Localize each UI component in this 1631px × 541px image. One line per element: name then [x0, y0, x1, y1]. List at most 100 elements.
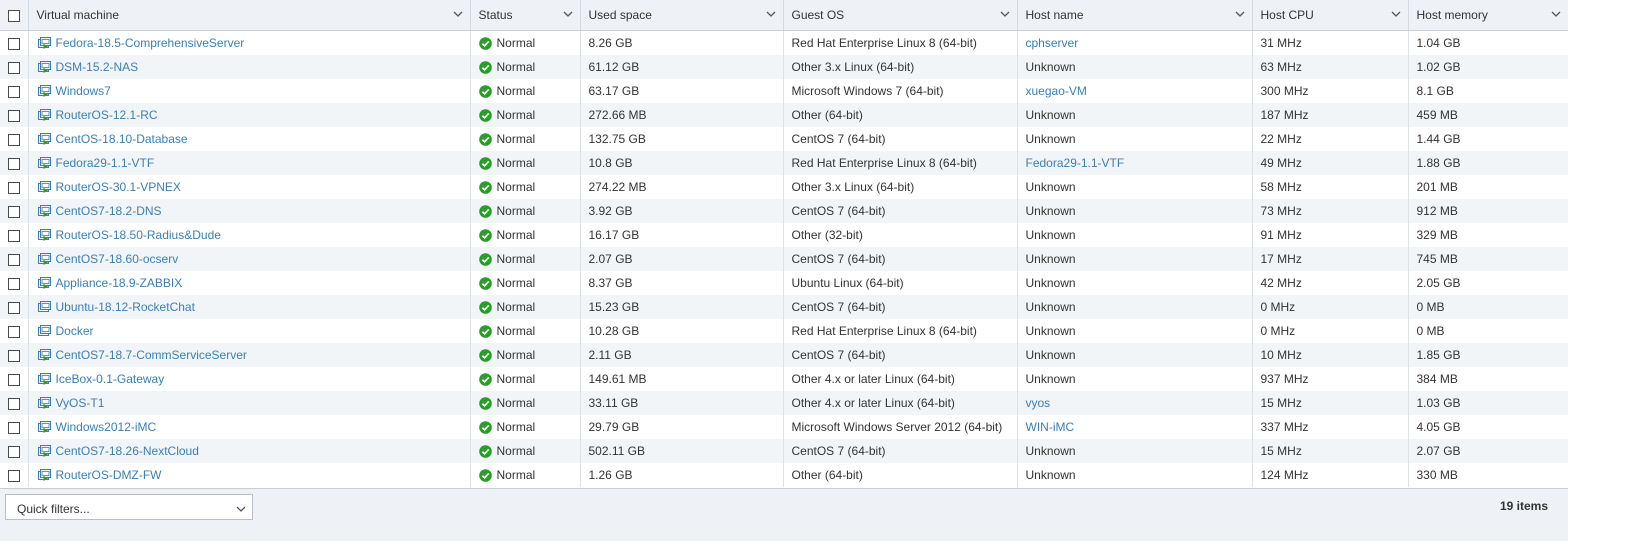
vm-powered-off-icon	[37, 301, 51, 312]
column-header-host-memory[interactable]: Host memory	[1408, 0, 1569, 31]
host-memory-value: 1.03 GB	[1416, 396, 1461, 410]
guest-os-value: CentOS 7 (64-bit)	[791, 204, 886, 218]
table-row[interactable]: CentOS-18.10-Database Normal 132.75 GB C…	[0, 127, 1569, 151]
table-row[interactable]: Docker Normal 10.28 GB Red Hat Enterpris…	[0, 319, 1569, 343]
row-checkbox[interactable]	[7, 325, 20, 338]
row-checkbox[interactable]	[7, 421, 20, 434]
column-header-used-space[interactable]: Used space	[580, 0, 784, 31]
row-checkbox[interactable]	[7, 373, 20, 386]
row-checkbox[interactable]	[7, 85, 20, 98]
vm-name-link[interactable]: Windows7	[56, 84, 111, 98]
status-ok-check-icon	[478, 37, 492, 50]
host-name-link[interactable]: xuegao-VM	[1026, 84, 1087, 98]
status-ok-check-icon	[478, 277, 492, 290]
vm-name-link[interactable]: RouterOS-DMZ-FW	[56, 468, 162, 482]
vm-name-link[interactable]: CentOS7-18.7-CommServiceServer	[56, 348, 247, 362]
vm-powered-off-icon	[37, 325, 51, 336]
host-name-value: Unknown	[1025, 204, 1076, 218]
vm-name-link[interactable]: Appliance-18.9-ZABBIX	[56, 276, 183, 290]
vm-name-link[interactable]: Docker	[56, 324, 94, 338]
vm-name-link[interactable]: DSM-15.2-NAS	[56, 60, 139, 74]
column-header-virtual-machine[interactable]: Virtual machine	[28, 0, 471, 31]
status-cell: Normal	[470, 247, 581, 271]
status-text: Normal	[496, 60, 536, 74]
vm-name-link[interactable]: CentOS7-18.2-DNS	[56, 204, 162, 218]
table-row[interactable]: RouterOS-18.50-Radius&Dude Normal 16.17 …	[0, 223, 1569, 247]
host-name-link[interactable]: WIN-iMC	[1026, 420, 1075, 434]
table-body: Fedora-18.5-ComprehensiveServer Normal 8…	[0, 30, 1569, 487]
column-header-host-cpu[interactable]: Host CPU	[1252, 0, 1409, 31]
table-row[interactable]: CentOS7-18.2-DNS Normal 3.92 GB CentOS 7…	[0, 199, 1569, 223]
table-row[interactable]: Windows7 Normal 63.17 GB Microsoft Windo…	[0, 79, 1569, 103]
table-row[interactable]: CentOS7-18.7-CommServiceServer Normal 2.…	[0, 343, 1569, 367]
host-memory-cell: 1.03 GB	[1408, 391, 1569, 415]
row-checkbox[interactable]	[7, 469, 20, 482]
table-row[interactable]: DSM-15.2-NAS Normal 61.12 GB Other 3.x L…	[0, 55, 1569, 79]
chevron-down-icon[interactable]	[1235, 10, 1245, 18]
vm-name-link[interactable]: CentOS7-18.60-ocserv	[56, 252, 179, 266]
table-row[interactable]: RouterOS-12.1-RC Normal 272.66 MB Other …	[0, 103, 1569, 127]
row-checkbox[interactable]	[7, 205, 20, 218]
table-row[interactable]: CentOS7-18.60-ocserv Normal 2.07 GB Cent…	[0, 247, 1569, 271]
row-checkbox[interactable]	[7, 349, 20, 362]
host-cpu-cell: 91 MHz	[1252, 223, 1409, 247]
vm-name-link[interactable]: Ubuntu-18.12-RocketChat	[56, 300, 195, 314]
host-cpu-cell: 31 MHz	[1252, 30, 1409, 55]
vm-name-link[interactable]: Fedora-18.5-ComprehensiveServer	[56, 36, 245, 50]
row-checkbox[interactable]	[7, 445, 20, 458]
table-row[interactable]: Appliance-18.9-ZABBIX Normal 8.37 GB Ubu…	[0, 271, 1569, 295]
vm-name-link[interactable]: RouterOS-18.50-Radius&Dude	[56, 228, 221, 242]
table-row[interactable]: Fedora-18.5-ComprehensiveServer Normal 8…	[0, 30, 1569, 55]
quick-filters-dropdown[interactable]: Quick filters...	[5, 494, 253, 520]
used-space-cell: 16.17 GB	[580, 223, 784, 247]
table-row[interactable]: RouterOS-DMZ-FW Normal 1.26 GB Other (64…	[0, 463, 1569, 487]
status-ok-check-icon	[478, 301, 492, 314]
column-header-host-name[interactable]: Host name	[1017, 0, 1253, 31]
row-checkbox[interactable]	[7, 181, 20, 194]
column-header-guest-os[interactable]: Guest OS	[783, 0, 1018, 31]
table-row[interactable]: Windows2012-iMC Normal 29.79 GB Microsof…	[0, 415, 1569, 439]
row-checkbox[interactable]	[7, 37, 20, 50]
chevron-down-icon[interactable]	[1391, 10, 1401, 18]
row-checkbox[interactable]	[7, 61, 20, 74]
host-name-link[interactable]: vyos	[1026, 396, 1051, 410]
used-space-value: 10.8 GB	[588, 156, 633, 170]
host-cpu-cell: 49 MHz	[1252, 151, 1409, 175]
vm-name-link[interactable]: RouterOS-30.1-VPNEX	[56, 180, 181, 194]
row-checkbox[interactable]	[7, 397, 20, 410]
column-header-status[interactable]: Status	[470, 0, 581, 31]
table-row[interactable]: VyOS-T1 Normal 33.11 GB Other 4.x or lat…	[0, 391, 1569, 415]
table-row[interactable]: Ubuntu-18.12-RocketChat Normal 15.23 GB …	[0, 295, 1569, 319]
vm-name-link[interactable]: CentOS-18.10-Database	[56, 132, 188, 146]
row-checkbox[interactable]	[7, 277, 20, 290]
row-checkbox[interactable]	[7, 229, 20, 242]
row-checkbox[interactable]	[7, 301, 20, 314]
host-name-link[interactable]: Fedora29-1.1-VTF	[1026, 156, 1125, 170]
chevron-down-icon[interactable]	[1551, 10, 1561, 18]
vm-name-link[interactable]: VyOS-T1	[56, 396, 105, 410]
vm-name-link[interactable]: Fedora29-1.1-VTF	[56, 156, 155, 170]
chevron-down-icon[interactable]	[563, 10, 573, 18]
host-cpu-cell: 63 MHz	[1252, 55, 1409, 79]
host-name-link[interactable]: cphserver	[1026, 36, 1079, 50]
row-checkbox[interactable]	[7, 157, 20, 170]
chevron-down-icon[interactable]	[1000, 10, 1010, 18]
chevron-down-icon[interactable]	[453, 10, 463, 18]
used-space-value: 8.37 GB	[588, 276, 633, 290]
table-row[interactable]: Fedora29-1.1-VTF Normal 10.8 GB Red Hat …	[0, 151, 1569, 175]
vm-name-link[interactable]: IceBox-0.1-Gateway	[56, 372, 165, 386]
chevron-down-icon[interactable]	[766, 10, 776, 18]
vm-name-link[interactable]: Windows2012-iMC	[56, 420, 157, 434]
table-row[interactable]: CentOS7-18.26-NextCloud Normal 502.11 GB…	[0, 439, 1569, 463]
row-checkbox[interactable]	[7, 133, 20, 146]
row-checkbox[interactable]	[7, 109, 20, 122]
guest-os-value: Red Hat Enterprise Linux 8 (64-bit)	[791, 36, 977, 50]
guest-os-value: Other 4.x or later Linux (64-bit)	[791, 396, 955, 410]
row-checkbox[interactable]	[7, 253, 20, 266]
table-row[interactable]: IceBox-0.1-Gateway Normal 149.61 MB Othe…	[0, 367, 1569, 391]
status-ok-check-icon	[478, 469, 492, 482]
vm-name-link[interactable]: CentOS7-18.26-NextCloud	[56, 444, 199, 458]
table-row[interactable]: RouterOS-30.1-VPNEX Normal 274.22 MB Oth…	[0, 175, 1569, 199]
select-all-checkbox[interactable]	[7, 10, 20, 23]
vm-name-link[interactable]: RouterOS-12.1-RC	[56, 108, 158, 122]
